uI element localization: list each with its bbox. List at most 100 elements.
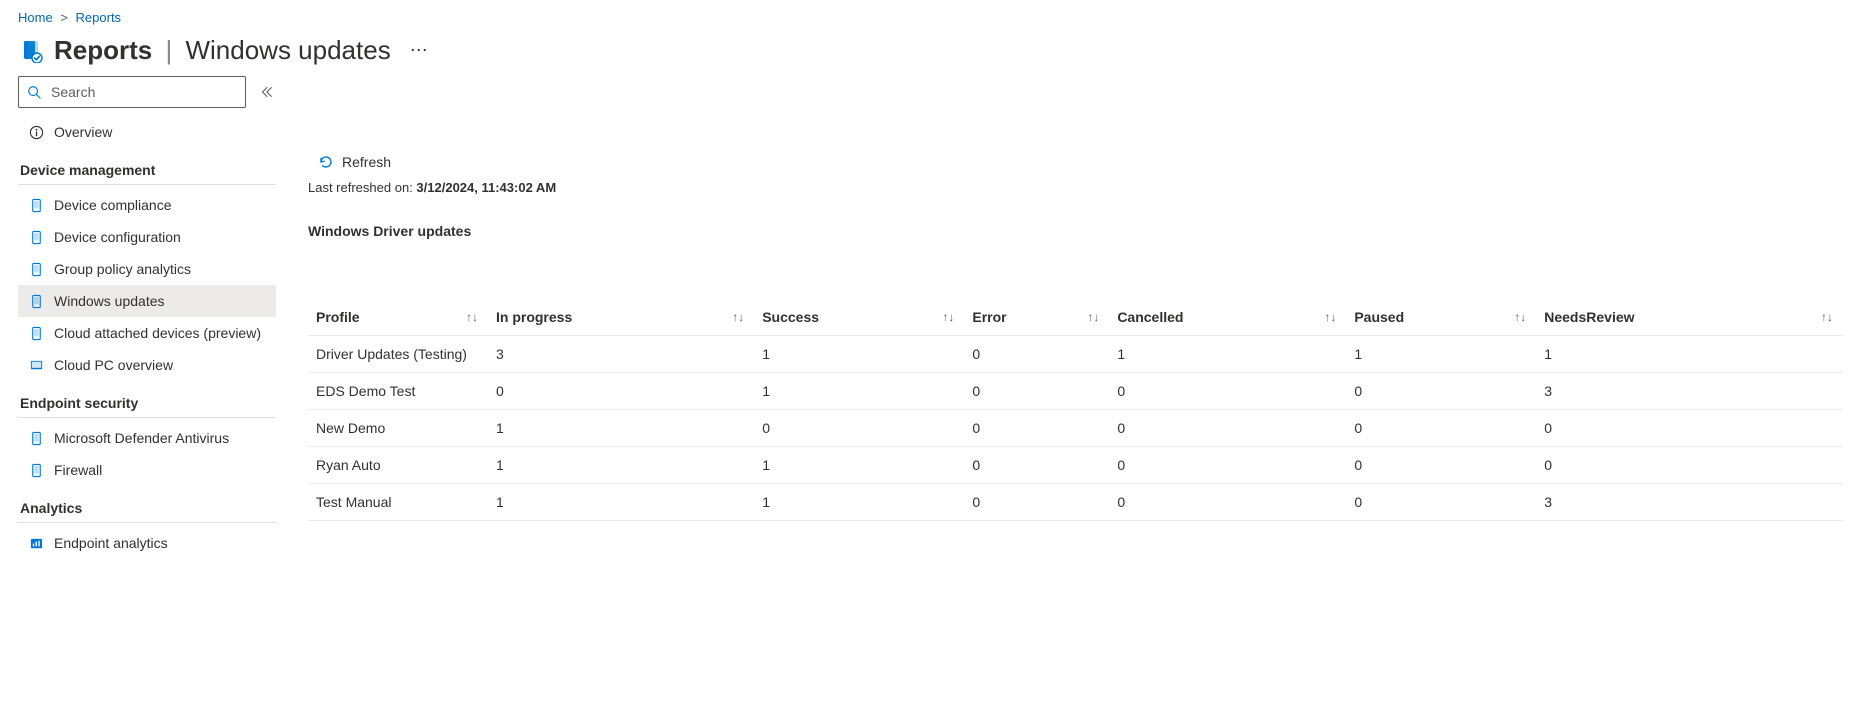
sidebar-item-label: Cloud PC overview [54,357,173,373]
device-icon [28,229,44,245]
sidebar-item-label: Firewall [54,462,102,478]
sidebar-item-group-policy-analytics[interactable]: Group policy analytics [18,253,276,285]
col-paused[interactable]: Paused↑↓ [1346,299,1536,336]
table-cell: 1 [488,484,754,521]
table-row[interactable]: Driver Updates (Testing)310111 [308,336,1843,373]
table-cell: 3 [488,336,754,373]
col-success[interactable]: Success↑↓ [754,299,964,336]
table-cell: 1 [1536,336,1843,373]
section-title: Windows Driver updates [308,223,1843,239]
reports-icon [18,38,44,64]
sort-icon[interactable]: ↑↓ [1514,310,1526,324]
sort-icon[interactable]: ↑↓ [1087,310,1099,324]
table-cell: 1 [488,410,754,447]
table-cell: 0 [1109,373,1346,410]
table-cell: 0 [964,410,1109,447]
table-cell: 1 [754,447,964,484]
sidebar: Overview Device management Device compli… [18,76,276,559]
page-title: Reports | Windows updates [54,35,391,66]
refresh-button[interactable]: Refresh [312,150,397,174]
device-icon [28,325,44,341]
collapse-sidebar-button[interactable] [256,82,276,102]
table-cell: 0 [964,484,1109,521]
sort-icon[interactable]: ↑↓ [942,310,954,324]
table-cell: Driver Updates (Testing) [308,336,488,373]
sidebar-item-firewall[interactable]: Firewall [18,454,276,486]
sort-icon[interactable]: ↑↓ [466,310,478,324]
table-row[interactable]: New Demo100000 [308,410,1843,447]
search-box[interactable] [18,76,246,108]
sort-icon[interactable]: ↑↓ [1324,310,1336,324]
table-cell: 1 [1109,336,1346,373]
sort-icon[interactable]: ↑↓ [1821,310,1833,324]
table-row[interactable]: EDS Demo Test010003 [308,373,1843,410]
table-cell: 0 [1346,447,1536,484]
sidebar-item-cloud-attached-devices[interactable]: Cloud attached devices (preview) [18,317,276,349]
sidebar-item-endpoint-analytics[interactable]: Endpoint analytics [18,527,276,559]
device-icon [28,197,44,213]
table-cell: Ryan Auto [308,447,488,484]
sidebar-group-analytics: Analytics [18,486,276,523]
table-cell: 0 [1346,410,1536,447]
page-title-sub: Windows updates [185,35,390,65]
table-cell: 0 [1109,447,1346,484]
table-cell: 0 [1536,447,1843,484]
table-cell: 0 [1346,373,1536,410]
breadcrumb-home[interactable]: Home [18,10,53,25]
more-actions-button[interactable]: ⋯ [405,37,433,65]
table-row[interactable]: Ryan Auto110000 [308,447,1843,484]
sidebar-group-endpoint-security: Endpoint security [18,381,276,418]
sidebar-item-label: Group policy analytics [54,261,191,277]
col-cancelled[interactable]: Cancelled↑↓ [1109,299,1346,336]
breadcrumb: Home > Reports [0,0,1863,33]
last-refreshed: Last refreshed on: 3/12/2024, 11:43:02 A… [308,180,1843,195]
table-cell: 1 [754,336,964,373]
table-cell: EDS Demo Test [308,373,488,410]
sidebar-item-overview[interactable]: Overview [18,116,276,148]
sidebar-item-label: Cloud attached devices (preview) [54,325,261,341]
sidebar-item-label: Microsoft Defender Antivirus [54,430,229,446]
table-cell: Test Manual [308,484,488,521]
sidebar-item-device-configuration[interactable]: Device configuration [18,221,276,253]
sidebar-item-cloud-pc-overview[interactable]: Cloud PC overview [18,349,276,381]
table-cell: 0 [964,373,1109,410]
search-icon [27,85,41,99]
table-cell: 1 [488,447,754,484]
table-cell: 0 [1109,410,1346,447]
col-error[interactable]: Error↑↓ [964,299,1109,336]
last-refreshed-value: 3/12/2024, 11:43:02 AM [416,180,556,195]
sidebar-item-windows-updates[interactable]: Windows updates [18,285,276,317]
page-title-row: Reports | Windows updates ⋯ [0,33,1863,76]
breadcrumb-reports[interactable]: Reports [76,10,122,25]
sidebar-item-device-compliance[interactable]: Device compliance [18,189,276,221]
info-icon [28,124,44,140]
refresh-label: Refresh [342,154,391,170]
table-row[interactable]: Test Manual110003 [308,484,1843,521]
sidebar-item-label: Endpoint analytics [54,535,168,551]
main-content: Refresh Last refreshed on: 3/12/2024, 11… [276,76,1863,559]
sidebar-group-device-management: Device management [18,148,276,185]
device-icon [28,293,44,309]
device-icon [28,261,44,277]
sidebar-item-defender[interactable]: Microsoft Defender Antivirus [18,422,276,454]
device-icon [28,430,44,446]
table-cell: 1 [754,484,964,521]
sidebar-item-label: Device compliance [54,197,172,213]
table-cell: 0 [1536,410,1843,447]
device-icon [28,462,44,478]
table-cell: 0 [964,447,1109,484]
col-profile[interactable]: Profile↑↓ [308,299,488,336]
sort-icon[interactable]: ↑↓ [732,310,744,324]
driver-updates-table: Profile↑↓ In progress↑↓ Success↑↓ Error↑… [308,299,1843,521]
last-refreshed-label: Last refreshed on: [308,180,413,195]
search-input[interactable] [49,83,237,101]
col-needs-review[interactable]: NeedsReview↑↓ [1536,299,1843,336]
sidebar-item-label: Windows updates [54,293,165,309]
table-cell: 3 [1536,373,1843,410]
table-cell: 3 [1536,484,1843,521]
table-cell: New Demo [308,410,488,447]
sidebar-item-label: Device configuration [54,229,181,245]
breadcrumb-sep: > [60,10,68,25]
refresh-icon [318,154,334,170]
col-in-progress[interactable]: In progress↑↓ [488,299,754,336]
